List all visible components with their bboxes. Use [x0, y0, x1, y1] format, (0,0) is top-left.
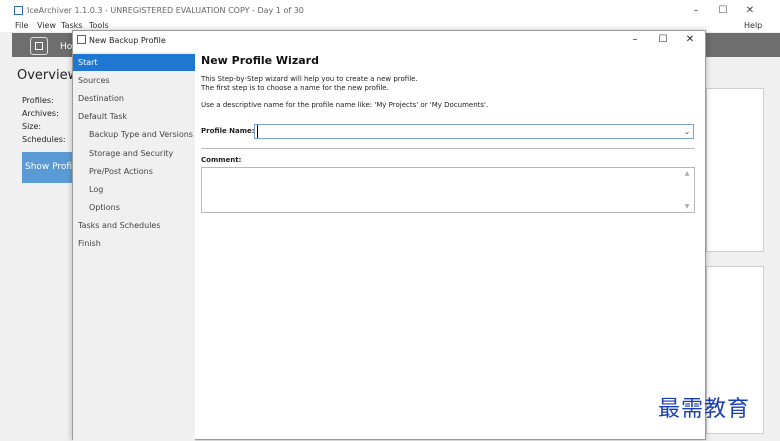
profile-name-input[interactable] [257, 125, 684, 138]
menu-tasks[interactable]: Tasks [61, 21, 82, 30]
menu-tools[interactable]: Tools [89, 21, 109, 30]
main-close-icon[interactable]: ✕ [740, 4, 760, 18]
nav-item-storage-security[interactable]: Storage and Security [73, 145, 195, 162]
wizard-nav: Start Sources Destination Default Task B… [73, 52, 195, 441]
dialog-close-icon[interactable]: ✕ [680, 33, 700, 47]
chevron-down-icon[interactable]: ⌄ [681, 125, 693, 138]
divider [201, 148, 695, 149]
dialog-minimize-icon[interactable]: – [625, 33, 645, 47]
main-minimize-icon[interactable]: – [686, 4, 706, 18]
profiles-label: Profiles: [22, 96, 54, 105]
archives-label: Archives: [22, 109, 59, 118]
size-label: Size: [22, 122, 42, 131]
intro-text-2: The first step is to choose a name for t… [201, 84, 389, 92]
nav-item-log[interactable]: Log [73, 181, 195, 198]
wizard-content: New Profile Wizard This Step-by-Step wiz… [201, 52, 701, 432]
intro-text-3: Use a descriptive name for the profile n… [201, 101, 489, 109]
app-icon [14, 6, 23, 15]
main-maximize-icon[interactable]: ☐ [713, 4, 733, 18]
comment-label: Comment: [201, 156, 242, 164]
nav-item-options[interactable]: Options [73, 199, 195, 216]
dialog-app-icon [77, 35, 86, 44]
nav-item-default-task[interactable]: Default Task [73, 108, 195, 125]
scroll-up-icon[interactable]: ▲ [683, 170, 691, 177]
schedules-label: Schedules: [22, 135, 66, 144]
nav-item-tasks-schedules[interactable]: Tasks and Schedules [73, 217, 195, 234]
intro-text-1: This Step-by-Step wizard will help you t… [201, 75, 418, 83]
nav-item-backup-type[interactable]: Backup Type and Versions [73, 126, 195, 143]
new-backup-profile-dialog: New Backup Profile – ☐ ✕ Start Sources D… [72, 30, 706, 441]
nav-item-destination[interactable]: Destination [73, 90, 195, 107]
nav-item-finish[interactable]: Finish [73, 235, 195, 252]
dialog-title-bar: New Backup Profile – ☐ ✕ [73, 31, 705, 51]
dialog-title: New Backup Profile [89, 36, 166, 45]
watermark-text: 最需教育 [658, 397, 751, 422]
scroll-down-icon[interactable]: ▼ [683, 203, 691, 210]
home-label[interactable]: Ho [60, 42, 72, 52]
comment-field[interactable]: ▲ ▼ [201, 167, 695, 213]
home-icon[interactable] [30, 37, 48, 55]
dialog-maximize-icon[interactable]: ☐ [653, 33, 673, 47]
comment-textarea[interactable] [202, 168, 682, 212]
right-panel-top [706, 88, 764, 252]
overview-title: Overview [17, 68, 79, 83]
nav-item-pre-post-actions[interactable]: Pre/Post Actions [73, 163, 195, 180]
main-title-bar: IceArchiver 1.1.0.3 - UNREGISTERED EVALU… [0, 0, 780, 20]
nav-item-start[interactable]: Start [73, 54, 195, 71]
main-window-title: IceArchiver 1.1.0.3 - UNREGISTERED EVALU… [27, 6, 304, 15]
profile-name-label: Profile Name: [201, 127, 255, 135]
wizard-heading: New Profile Wizard [201, 54, 319, 67]
profile-name-combobox[interactable]: ⌄ [254, 124, 694, 139]
menu-help[interactable]: Help [744, 21, 762, 30]
nav-item-sources[interactable]: Sources [73, 72, 195, 89]
menu-view[interactable]: View [37, 21, 56, 30]
menu-file[interactable]: File [15, 21, 28, 30]
